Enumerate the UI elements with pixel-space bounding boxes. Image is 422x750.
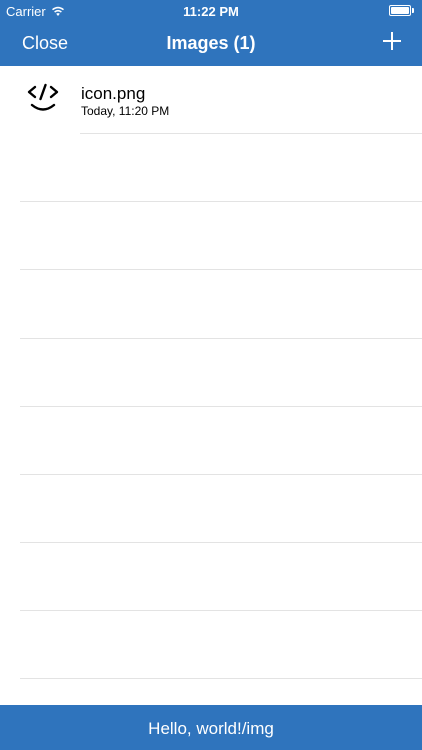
close-button[interactable]: Close — [22, 33, 68, 54]
row-divider — [20, 542, 422, 543]
top-bar: Carrier 11:22 PM Close Images (1) — [0, 0, 422, 66]
status-time: 11:22 PM — [183, 4, 239, 19]
row-divider — [80, 133, 422, 134]
row-divider — [20, 610, 422, 611]
bottom-bar-button[interactable]: Hello, world!/img — [0, 705, 422, 750]
file-name: icon.png — [81, 84, 146, 103]
battery-icon — [389, 5, 414, 16]
row-divider — [20, 338, 422, 339]
row-divider — [20, 474, 422, 475]
row-divider — [20, 678, 422, 679]
code-smile-icon — [27, 83, 59, 111]
navigation-bar: Close Images (1) — [0, 22, 422, 66]
status-bar: Carrier 11:22 PM — [0, 0, 422, 22]
row-divider — [20, 269, 422, 270]
row-divider — [20, 406, 422, 407]
image-list: icon.png Today, 11:20 PM — [0, 66, 422, 704]
file-date: Today, 11:20 PM — [81, 104, 170, 118]
list-item[interactable]: icon.png Today, 11:20 PM — [0, 66, 422, 134]
plus-icon[interactable] — [380, 29, 404, 53]
row-divider — [20, 201, 422, 202]
